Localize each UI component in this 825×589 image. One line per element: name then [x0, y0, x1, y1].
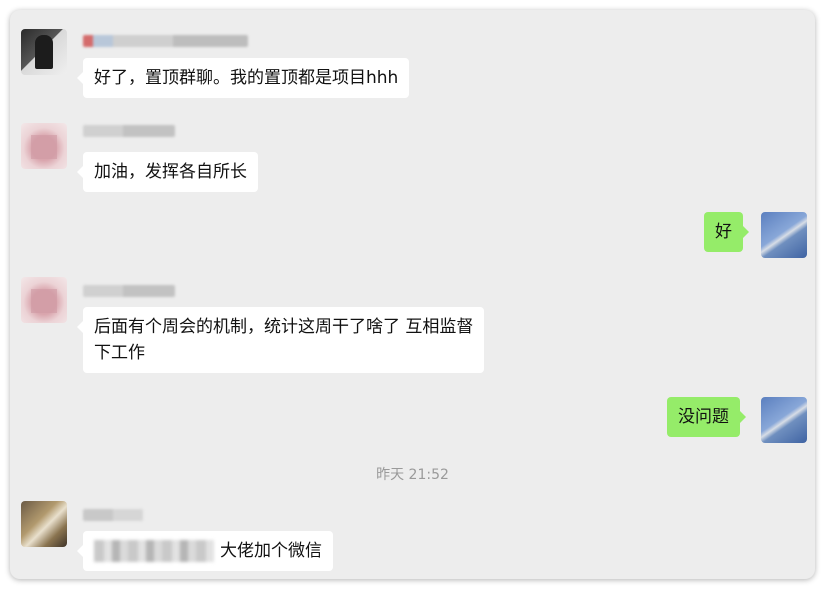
sender-name-blurred	[83, 35, 248, 47]
message-line: 后面有个周会的机制，统计这周干了啥了 互相监督	[94, 317, 474, 337]
message-bubble[interactable]: 没问题	[667, 397, 746, 437]
message-bubble[interactable]: 后面有个周会的机制，统计这周干了啥了 互相监督 下工作	[76, 307, 485, 373]
sender-name-blurred	[83, 509, 143, 521]
chat-window: 好了，置顶群聊。我的置顶都是项目hhh 加油，发挥各自所长 好 后面有个周会的机…	[10, 10, 815, 579]
message-bubble[interactable]: 加油，发挥各自所长	[77, 152, 258, 192]
message-bubble[interactable]: 好	[704, 212, 749, 252]
pink-pixelated-avatar-icon	[31, 289, 57, 313]
pink-pixelated-avatar-icon	[31, 135, 57, 159]
blurred-wechat-id	[94, 540, 214, 562]
sender-avatar[interactable]	[21, 123, 67, 169]
sender-name-blurred	[83, 285, 175, 297]
message-line: 下工作	[94, 343, 145, 363]
sender-avatar[interactable]	[21, 501, 67, 547]
sender-avatar[interactable]	[21, 29, 67, 75]
own-avatar[interactable]	[761, 397, 807, 443]
message-bubble[interactable]: 大佬加个微信	[77, 531, 333, 571]
dark-haired-person-avatar-icon	[35, 35, 53, 69]
message-text: 大佬加个微信	[220, 541, 322, 561]
timestamp: 昨天 21:52	[376, 467, 449, 483]
sender-avatar[interactable]	[21, 277, 67, 323]
sender-name-blurred	[83, 125, 175, 137]
own-avatar[interactable]	[761, 212, 807, 258]
message-bubble[interactable]: 好了，置顶群聊。我的置顶都是项目hhh	[76, 58, 410, 98]
